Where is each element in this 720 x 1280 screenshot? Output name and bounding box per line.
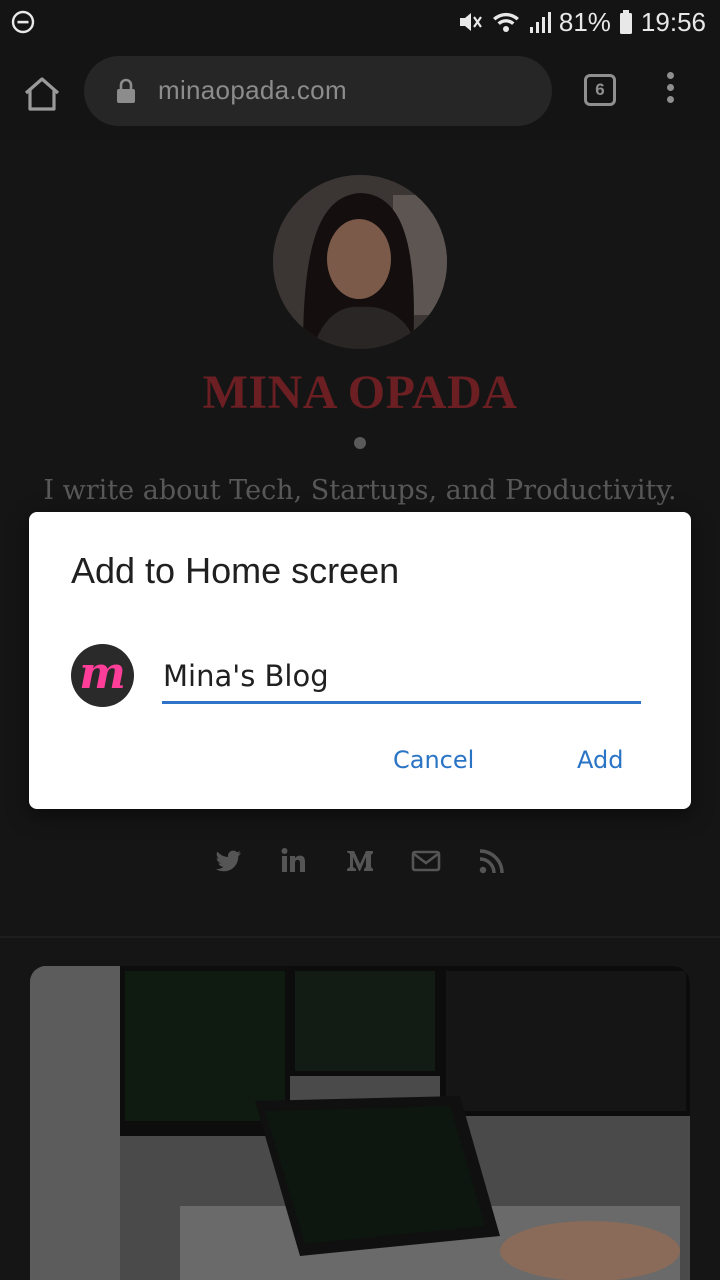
site-tagline: I write about Tech, Startups, and Produc… bbox=[43, 475, 677, 506]
profile-photo bbox=[273, 175, 447, 349]
status-bar: 81% 19:56 bbox=[0, 0, 720, 44]
battery-percent: 81% bbox=[558, 6, 611, 37]
clock: 19:56 bbox=[640, 6, 706, 37]
address-bar[interactable]: minaopada.com bbox=[84, 56, 552, 126]
overflow-menu-icon[interactable] bbox=[660, 72, 680, 112]
social-links bbox=[0, 846, 720, 876]
mute-icon bbox=[459, 13, 482, 31]
section-divider bbox=[0, 936, 720, 938]
add-to-home-screen-dialog: Add to Home screen m Cancel Add bbox=[29, 512, 691, 809]
linkedin-icon[interactable] bbox=[279, 846, 309, 876]
status-right: 81% 19:56 bbox=[457, 6, 706, 38]
url-text: minaopada.com bbox=[158, 75, 347, 105]
rss-icon[interactable] bbox=[477, 846, 507, 876]
battery-icon bbox=[619, 10, 632, 34]
browser-toolbar: minaopada.com 6 bbox=[0, 44, 720, 140]
site-logo-icon: m bbox=[71, 644, 134, 707]
wifi-icon bbox=[492, 12, 519, 32]
shortcut-name-input[interactable] bbox=[162, 650, 641, 704]
add-button[interactable]: Add bbox=[577, 746, 623, 774]
email-icon[interactable] bbox=[411, 846, 441, 876]
article-cover-image[interactable] bbox=[30, 966, 690, 1280]
separator-dot bbox=[354, 437, 366, 449]
twitter-icon[interactable] bbox=[213, 846, 243, 876]
tab-switcher-button[interactable]: 6 bbox=[584, 74, 616, 106]
do-not-disturb-icon bbox=[11, 10, 35, 34]
home-icon[interactable] bbox=[22, 74, 62, 114]
site-logo-letter: m bbox=[79, 648, 126, 699]
site-title[interactable]: MINA OPADA bbox=[0, 365, 720, 420]
medium-icon[interactable] bbox=[345, 846, 375, 876]
lock-icon bbox=[117, 78, 135, 103]
cancel-button[interactable]: Cancel bbox=[393, 746, 474, 774]
signal-icon bbox=[529, 12, 551, 33]
dialog-title: Add to Home screen bbox=[71, 550, 400, 591]
